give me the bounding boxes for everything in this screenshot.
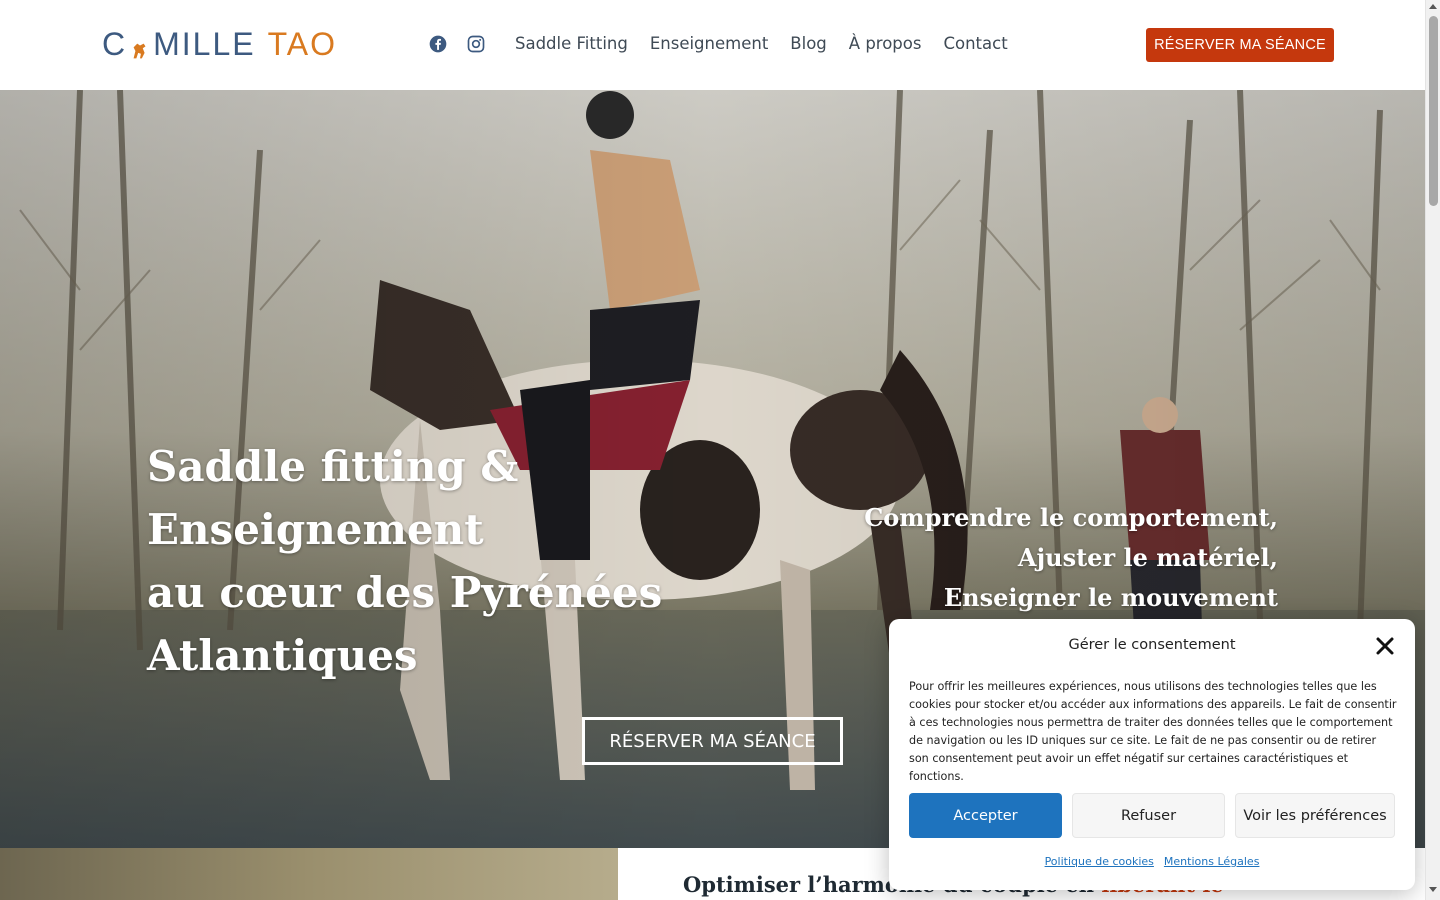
hero-title-line: Saddle fitting & bbox=[147, 442, 519, 491]
cookie-consent-dialog: Gérer le consentement Pour offrir les me… bbox=[889, 619, 1415, 890]
nav-item-saddle-fitting[interactable]: Saddle Fitting bbox=[515, 32, 628, 56]
hero-title-line: au cœur des Pyrénées bbox=[147, 568, 663, 617]
nav-item-enseignement[interactable]: Enseignement bbox=[650, 32, 768, 56]
hero-title-line: Enseignement bbox=[147, 505, 484, 554]
nav-item-blog[interactable]: Blog bbox=[790, 32, 826, 56]
hero-subtitle-line: Ajuster le matériel, bbox=[1017, 543, 1278, 572]
deny-button[interactable]: Refuser bbox=[1072, 793, 1225, 838]
instagram-icon[interactable] bbox=[466, 34, 486, 54]
hero-title-line: Atlantiques bbox=[147, 631, 418, 680]
preferences-button[interactable]: Voir les préférences bbox=[1235, 793, 1395, 838]
nav-item-contact[interactable]: Contact bbox=[943, 32, 1007, 56]
cookie-policy-link[interactable]: Politique de cookies bbox=[1045, 855, 1154, 868]
logo-text-mille: MILLE bbox=[153, 26, 256, 62]
scrollbar-thumb[interactable] bbox=[1429, 16, 1438, 206]
site-header: C MILLE TAO Saddle Fitting Enseignement … bbox=[0, 0, 1425, 90]
book-session-button-hero[interactable]: RÉSERVER MA SÉANCE bbox=[582, 717, 843, 765]
main-nav: Saddle Fitting Enseignement Blog À propo… bbox=[515, 32, 1008, 56]
consent-body: Pour offrir les meilleures expériences, … bbox=[909, 680, 1397, 783]
hero-subtitle-line: Comprendre le comportement, bbox=[864, 503, 1278, 532]
page-scrollbar[interactable] bbox=[1425, 0, 1440, 900]
hero-title: Saddle fitting & Enseignement au cœur de… bbox=[147, 435, 707, 687]
legal-notice-link[interactable]: Mentions Légales bbox=[1164, 855, 1260, 868]
hero-subtitle: Comprendre le comportement, Ajuster le m… bbox=[858, 498, 1278, 618]
consent-links: Politique de cookies Mentions Légales bbox=[889, 855, 1415, 868]
accept-button[interactable]: Accepter bbox=[909, 793, 1062, 838]
logo-text-c: C bbox=[102, 26, 128, 62]
book-session-button-header[interactable]: RÉSERVER MA SÉANCE bbox=[1146, 28, 1334, 62]
close-icon[interactable] bbox=[1375, 636, 1395, 656]
hero-subtitle-line: Enseigner le mouvement bbox=[943, 583, 1278, 612]
section-image bbox=[0, 848, 618, 900]
scroll-down-arrow-icon[interactable] bbox=[1429, 887, 1437, 892]
scroll-up-arrow-icon[interactable] bbox=[1429, 4, 1437, 9]
facebook-icon[interactable] bbox=[428, 34, 448, 54]
site-logo[interactable]: C MILLE TAO bbox=[102, 26, 337, 62]
consent-title: Gérer le consentement bbox=[1068, 637, 1236, 653]
logo-text-tao: TAO bbox=[267, 26, 337, 62]
horse-icon bbox=[129, 33, 151, 59]
nav-item-a-propos[interactable]: À propos bbox=[849, 32, 922, 56]
